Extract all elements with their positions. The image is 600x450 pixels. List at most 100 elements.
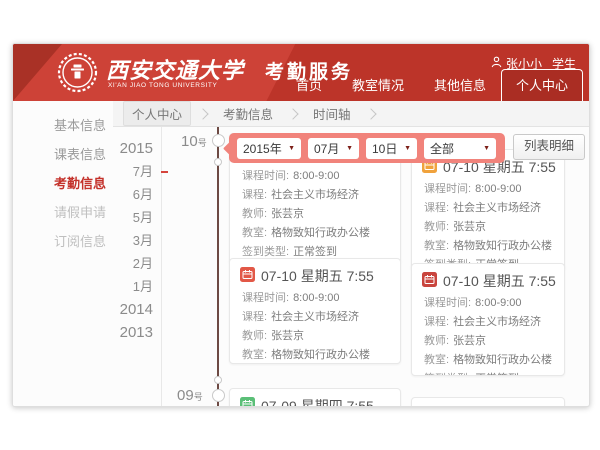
field-label: 教师: xyxy=(242,208,267,220)
card-field-row: 教师:张芸京 xyxy=(412,332,564,351)
type-dropdown[interactable]: 全部▼ xyxy=(424,138,496,159)
sidebar-item-attendance-info[interactable]: 考勤信息 xyxy=(13,169,113,198)
card-field-row: 教师:张芸京 xyxy=(412,218,564,237)
field-label: 教师: xyxy=(242,330,267,342)
field-value: 格物致知行政办公楼 xyxy=(271,227,370,239)
card-date-title: 07-09 星期四 7:55 xyxy=(261,396,374,407)
year-dropdown[interactable]: 2015年▼ xyxy=(237,138,301,159)
field-value: 张芸京 xyxy=(271,208,304,220)
field-value: 张芸京 xyxy=(271,330,304,342)
field-value: 格物致知行政办公楼 xyxy=(453,354,552,366)
field-value: 8:00-9:00 xyxy=(475,297,521,309)
timeline-node-large[interactable] xyxy=(212,389,225,402)
list-detail-button[interactable]: 列表明细 xyxy=(513,134,585,160)
timeline-month-scale: 20157月6月5月3月2月1月20142013 xyxy=(113,127,162,406)
timeline-scale-2013[interactable]: 2013 xyxy=(113,321,161,344)
timeline-scale-2月[interactable]: 2月 xyxy=(113,252,161,275)
nav-item-classrooms[interactable]: 教室情况 xyxy=(337,70,419,101)
sidebar-item-subscription-info[interactable]: 订阅信息 xyxy=(13,227,113,256)
university-logo xyxy=(57,52,98,93)
app-header: 西安交通大学 XI'AN JIAO TONG UNIVERSITY 考勤服务 张… xyxy=(13,44,589,101)
card-field-row: 教室:格物致知行政办公楼 xyxy=(230,346,400,364)
nav-item-personal-center[interactable]: 个人中心 xyxy=(501,69,583,101)
chevron-right-icon xyxy=(365,108,376,119)
card-field-row: 课程: 社会主义市场经济 xyxy=(412,313,564,332)
field-label: 课程: xyxy=(424,202,449,214)
attendance-card: 07-10 星期五 7:55课程时间:8:00-9:00课程:社会主义市场经济教… xyxy=(411,263,565,376)
timeline-day-label-10: 10号 xyxy=(181,133,207,150)
timeline-scale-6月[interactable]: 6月 xyxy=(113,183,161,206)
timeline-axis xyxy=(217,127,219,406)
field-value: 格物致知行政办公楼 xyxy=(453,240,552,252)
sidebar-item-schedule-info[interactable]: 课表信息 xyxy=(13,140,113,169)
university-name-en: XI'AN JIAO TONG UNIVERSITY xyxy=(108,82,217,89)
attendance-card: 07-10 星期五 7:55课程时间:8:00-9:00课程:社会主义市场经济教… xyxy=(411,149,565,271)
field-label: 课程: xyxy=(424,316,449,328)
card-field-row: 教室:格物致知行政办公楼 xyxy=(412,351,564,370)
field-value: 8:00-9:00 xyxy=(475,183,521,195)
card-field-row: 课程时间:8:00-9:00 xyxy=(230,167,400,186)
timeline-pane: 20157月6月5月3月2月1月20142013 10号 09号 2015年▼ … xyxy=(113,127,589,406)
timeline-node-small[interactable] xyxy=(214,158,222,166)
breadcrumb: 个人中心 考勤信息 时间轴 xyxy=(113,101,589,127)
timeline-scale-7月[interactable]: 7月 xyxy=(113,160,161,183)
sidebar-menu: 基本信息 课表信息 考勤信息 请假申请 订阅信息 xyxy=(13,101,113,406)
timeline-scale-5月[interactable]: 5月 xyxy=(113,206,161,229)
card-field-row: 课程:社会主义市场经济 xyxy=(230,308,400,327)
field-label: 教室: xyxy=(424,240,449,252)
caret-down-icon: ▼ xyxy=(346,145,353,152)
field-label: 课程时间: xyxy=(242,292,289,304)
chevron-right-icon xyxy=(197,108,208,119)
sidebar-item-basic-info[interactable]: 基本信息 xyxy=(13,111,113,140)
card-field-row: 教室:格物致知行政办公楼 xyxy=(230,224,400,243)
card-field-row: 课程: 社会主义市场经济 xyxy=(230,186,400,205)
timeline-scale-2015[interactable]: 2015 xyxy=(113,137,161,160)
field-label: 签到类型: xyxy=(424,373,471,376)
card-field-row: 课程时间:8:00-9:00 xyxy=(412,180,564,199)
nav-item-other-info[interactable]: 其他信息 xyxy=(419,70,501,101)
attendance-app-window: 西安交通大学 XI'AN JIAO TONG UNIVERSITY 考勤服务 张… xyxy=(12,43,590,407)
timeline-node-small[interactable] xyxy=(214,376,222,384)
field-label: 课程: xyxy=(242,311,267,323)
field-value: 8:00-9:00 xyxy=(293,292,339,304)
chevron-right-icon xyxy=(287,108,298,119)
caret-down-icon: ▼ xyxy=(483,145,490,152)
filter-bar: 2015年▼ 07月▼ 10日▼ 全部▼ xyxy=(229,133,505,163)
caret-down-icon: ▼ xyxy=(288,145,295,152)
field-value: 社会主义市场经济 xyxy=(271,189,359,201)
field-value: 正常签到 xyxy=(293,246,337,258)
sidebar-item-leave-request[interactable]: 请假申请 xyxy=(13,198,113,227)
timeline-node-large[interactable] xyxy=(212,134,225,147)
timeline-scale-2014[interactable]: 2014 xyxy=(113,298,161,321)
month-dropdown[interactable]: 07月▼ xyxy=(308,138,359,159)
field-value: 张芸京 xyxy=(453,221,486,233)
breadcrumb-attendance-info[interactable]: 考勤信息 xyxy=(215,102,281,125)
attendance-card: 07-09 星期四 7:55 xyxy=(229,388,401,407)
card-date-title: 07-10 星期五 7:55 xyxy=(261,266,374,286)
attendance-card: 07-10 星期五 7:55课程时间:8:00-9:00课程:社会主义市场经济教… xyxy=(229,258,401,364)
timeline-scale-3月[interactable]: 3月 xyxy=(113,229,161,252)
card-field-row: 教师: 张芸京 xyxy=(230,205,400,224)
university-name-cn: 西安交通大学 xyxy=(106,53,244,85)
field-value: 社会主义市场经济 xyxy=(453,316,541,328)
calendar-stamp-icon xyxy=(422,272,437,290)
field-label: 课程: xyxy=(242,189,267,201)
breadcrumb-personal-center[interactable]: 个人中心 xyxy=(123,101,191,126)
field-label: 课程时间: xyxy=(424,297,471,309)
day-dropdown[interactable]: 10日▼ xyxy=(366,138,417,159)
field-value: 正常签到 xyxy=(475,373,519,376)
main-nav: 首页 教室情况 其他信息 个人中心 xyxy=(281,69,583,101)
calendar-stamp-icon xyxy=(240,397,255,407)
field-label: 教师: xyxy=(424,335,449,347)
caret-down-icon: ▼ xyxy=(404,145,411,152)
breadcrumb-timeline[interactable]: 时间轴 xyxy=(305,102,359,125)
field-label: 签到类型: xyxy=(242,246,289,258)
card-date-title: 07-10 星期五 7:55 xyxy=(443,271,556,291)
card-field-row: 课程时间: 8:00-9:00 xyxy=(412,294,564,313)
nav-item-home[interactable]: 首页 xyxy=(281,70,337,101)
card-field-row: 教师: 张芸京 xyxy=(230,327,400,346)
timeline-scale-1月[interactable]: 1月 xyxy=(113,275,161,298)
field-value: 社会主义市场经济 xyxy=(453,202,541,214)
card-field-row: 教室: 格物致知行政办公楼 xyxy=(412,237,564,256)
calendar-stamp-icon xyxy=(240,267,255,285)
